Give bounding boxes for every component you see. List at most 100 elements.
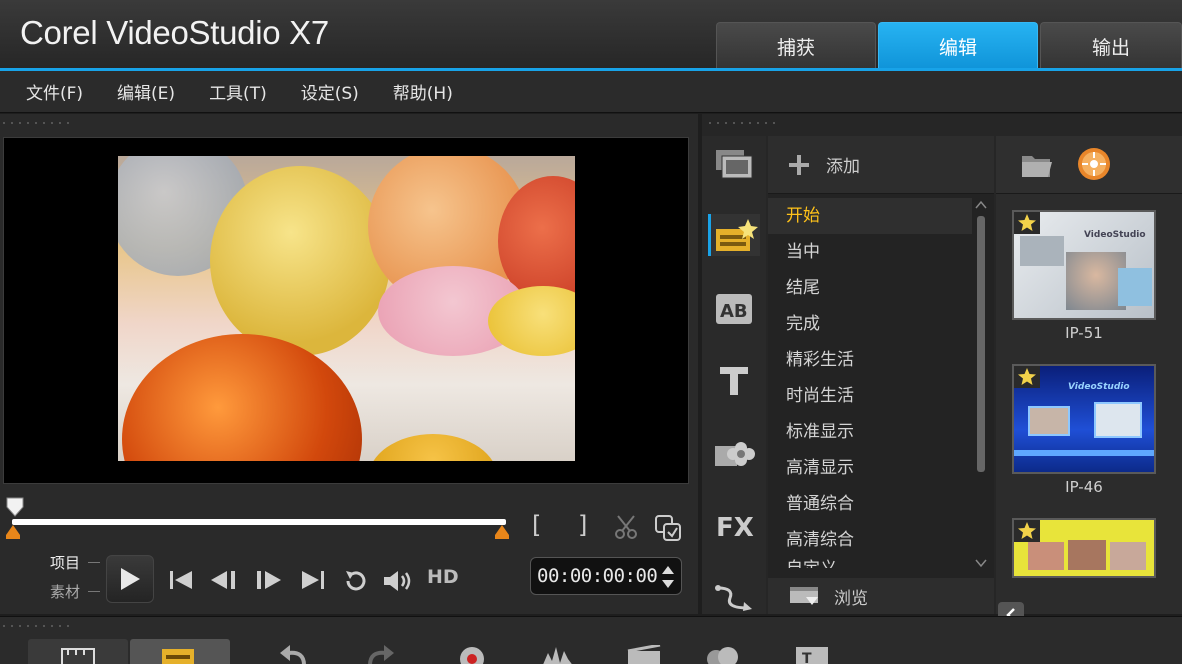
mode-divider	[88, 591, 100, 592]
timeline-icon	[162, 649, 194, 664]
gallery-toolbar	[996, 136, 1182, 194]
thumbnail-ip-51[interactable]: VideoStudio	[1012, 210, 1156, 320]
volume-icon[interactable]	[382, 569, 416, 593]
library-panel: AB FX 添加 开始 当中 结尾 完成 精彩生活 时尚生活 标准显示 高清显示	[702, 114, 1182, 628]
menu-help[interactable]: 帮助(H)	[393, 79, 453, 104]
mode-clip-label[interactable]: 素材	[50, 581, 80, 602]
timecode-value: 00:00:00:00	[537, 565, 658, 587]
auto-music-icon[interactable]	[626, 645, 662, 664]
timer-icon[interactable]	[1076, 146, 1112, 182]
mode-divider	[88, 562, 100, 563]
trim-start-icon[interactable]	[6, 525, 20, 539]
photo-placeholder	[1028, 406, 1070, 436]
browse-label: 浏览	[834, 588, 868, 609]
scrub-bar[interactable]	[12, 519, 506, 525]
menu-settings[interactable]: 设定(S)	[301, 79, 359, 104]
photo-placeholder	[1094, 402, 1142, 438]
list-item[interactable]: 完成	[768, 306, 972, 342]
graphic-icon[interactable]	[708, 432, 760, 474]
undo-icon[interactable]	[276, 645, 312, 664]
fx-icon[interactable]: FX	[708, 504, 760, 546]
go-to-end-icon[interactable]	[300, 569, 326, 591]
timecode-field[interactable]: 00:00:00:00	[530, 557, 682, 595]
browse-folder-icon	[790, 587, 818, 605]
list-item[interactable]: 当中	[768, 234, 972, 270]
library-category-bar: AB FX	[702, 136, 766, 614]
photo-placeholder	[1118, 268, 1152, 306]
instant-project-icon[interactable]	[708, 214, 760, 256]
add-button[interactable]: 添加	[768, 136, 994, 194]
timeline-view-button[interactable]	[130, 639, 230, 664]
list-item[interactable]: 普通综合	[768, 486, 972, 522]
folder-icon[interactable]	[1020, 150, 1054, 180]
thumbnail-brand: VideoStudio	[1084, 230, 1146, 240]
photo-placeholder	[1020, 236, 1064, 266]
thumbnail-third[interactable]	[1012, 518, 1156, 578]
browse-button[interactable]: 浏览	[768, 578, 994, 614]
list-item[interactable]: 时尚生活	[768, 378, 972, 414]
storyboard-view-button[interactable]	[28, 639, 128, 664]
transition-icon[interactable]: AB	[708, 288, 760, 330]
list-item[interactable]: 精彩生活	[768, 342, 972, 378]
app-title: Corel VideoStudio X7	[20, 14, 329, 51]
playhead-icon[interactable]	[6, 497, 24, 517]
menu-bar: 文件(F) 编辑(E) 工具(T) 设定(S) 帮助(H)	[0, 71, 1182, 113]
play-button[interactable]	[106, 555, 154, 603]
tab-edit[interactable]: 编辑	[878, 22, 1038, 70]
thumbnail-label: IP-51	[1065, 324, 1103, 342]
previous-frame-icon[interactable]	[209, 569, 241, 591]
photo-placeholder	[1110, 542, 1146, 570]
list-item[interactable]: 结尾	[768, 270, 972, 306]
subtitle-editor-icon[interactable]: T	[794, 645, 830, 664]
player-panel: [ ] 项目 素材 HD 00:00:00:00	[0, 114, 698, 614]
thumbnail-gallery: VideoStudio IP-51 VideoStudio IP-46	[996, 136, 1182, 628]
plus-icon	[789, 154, 809, 175]
thumbnail-label: IP-46	[1065, 478, 1103, 496]
menu-tools[interactable]: 工具(T)	[209, 79, 267, 104]
path-icon[interactable]	[708, 576, 760, 618]
play-icon	[121, 568, 140, 590]
timecode-stepper-icon[interactable]	[661, 564, 675, 590]
add-label: 添加	[826, 157, 860, 177]
decor-stripe	[1014, 450, 1154, 456]
category-list: 开始 当中 结尾 完成 精彩生活 时尚生活 标准显示 高清显示 普通综合 高清综…	[768, 198, 972, 568]
panel-grip[interactable]	[0, 120, 70, 126]
tab-capture[interactable]: 捕获	[716, 22, 876, 70]
next-frame-icon[interactable]	[253, 569, 285, 591]
svg-text:AB: AB	[720, 301, 748, 322]
tab-share[interactable]: 输出	[1040, 22, 1182, 70]
motion-tracking-icon[interactable]	[704, 645, 740, 664]
menu-file[interactable]: 文件(F)	[26, 79, 83, 104]
menu-edit[interactable]: 编辑(E)	[117, 79, 175, 104]
thumbnail-ip-46[interactable]: VideoStudio	[1012, 364, 1156, 474]
mark-out-button[interactable]: ]	[578, 511, 587, 539]
list-item[interactable]: 标准显示	[768, 414, 972, 450]
mark-in-button[interactable]: [	[532, 511, 541, 539]
enlarge-icon[interactable]	[654, 514, 682, 542]
go-to-start-icon[interactable]	[168, 569, 194, 591]
trim-end-icon[interactable]	[495, 525, 509, 539]
list-item[interactable]: 开始	[768, 198, 972, 234]
list-scrollbar[interactable]	[973, 198, 989, 576]
title-icon[interactable]	[708, 360, 760, 402]
scissors-icon[interactable]	[614, 514, 638, 540]
panel-grip[interactable]	[706, 120, 776, 126]
hd-preview-button[interactable]: HD	[427, 566, 459, 588]
repeat-icon[interactable]	[342, 569, 370, 593]
star-badge-icon	[1014, 366, 1040, 388]
record-capture-icon[interactable]	[454, 645, 490, 664]
sound-mixer-icon[interactable]	[540, 645, 576, 664]
photo-placeholder	[1028, 542, 1064, 570]
media-icon[interactable]	[708, 142, 760, 184]
panel-grip[interactable]	[0, 623, 70, 629]
preview-screen	[3, 137, 689, 484]
storyboard-icon	[61, 648, 95, 664]
photo-placeholder	[1066, 252, 1126, 310]
mode-project-label[interactable]: 项目	[50, 552, 80, 573]
list-item[interactable]: 自定义	[768, 558, 972, 568]
timeline-toolbar: T	[0, 616, 1182, 664]
redo-icon[interactable]	[362, 645, 398, 664]
list-item[interactable]: 高清综合	[768, 522, 972, 558]
list-item[interactable]: 高清显示	[768, 450, 972, 486]
library-list: 添加 开始 当中 结尾 完成 精彩生活 时尚生活 标准显示 高清显示 普通综合 …	[768, 136, 994, 614]
